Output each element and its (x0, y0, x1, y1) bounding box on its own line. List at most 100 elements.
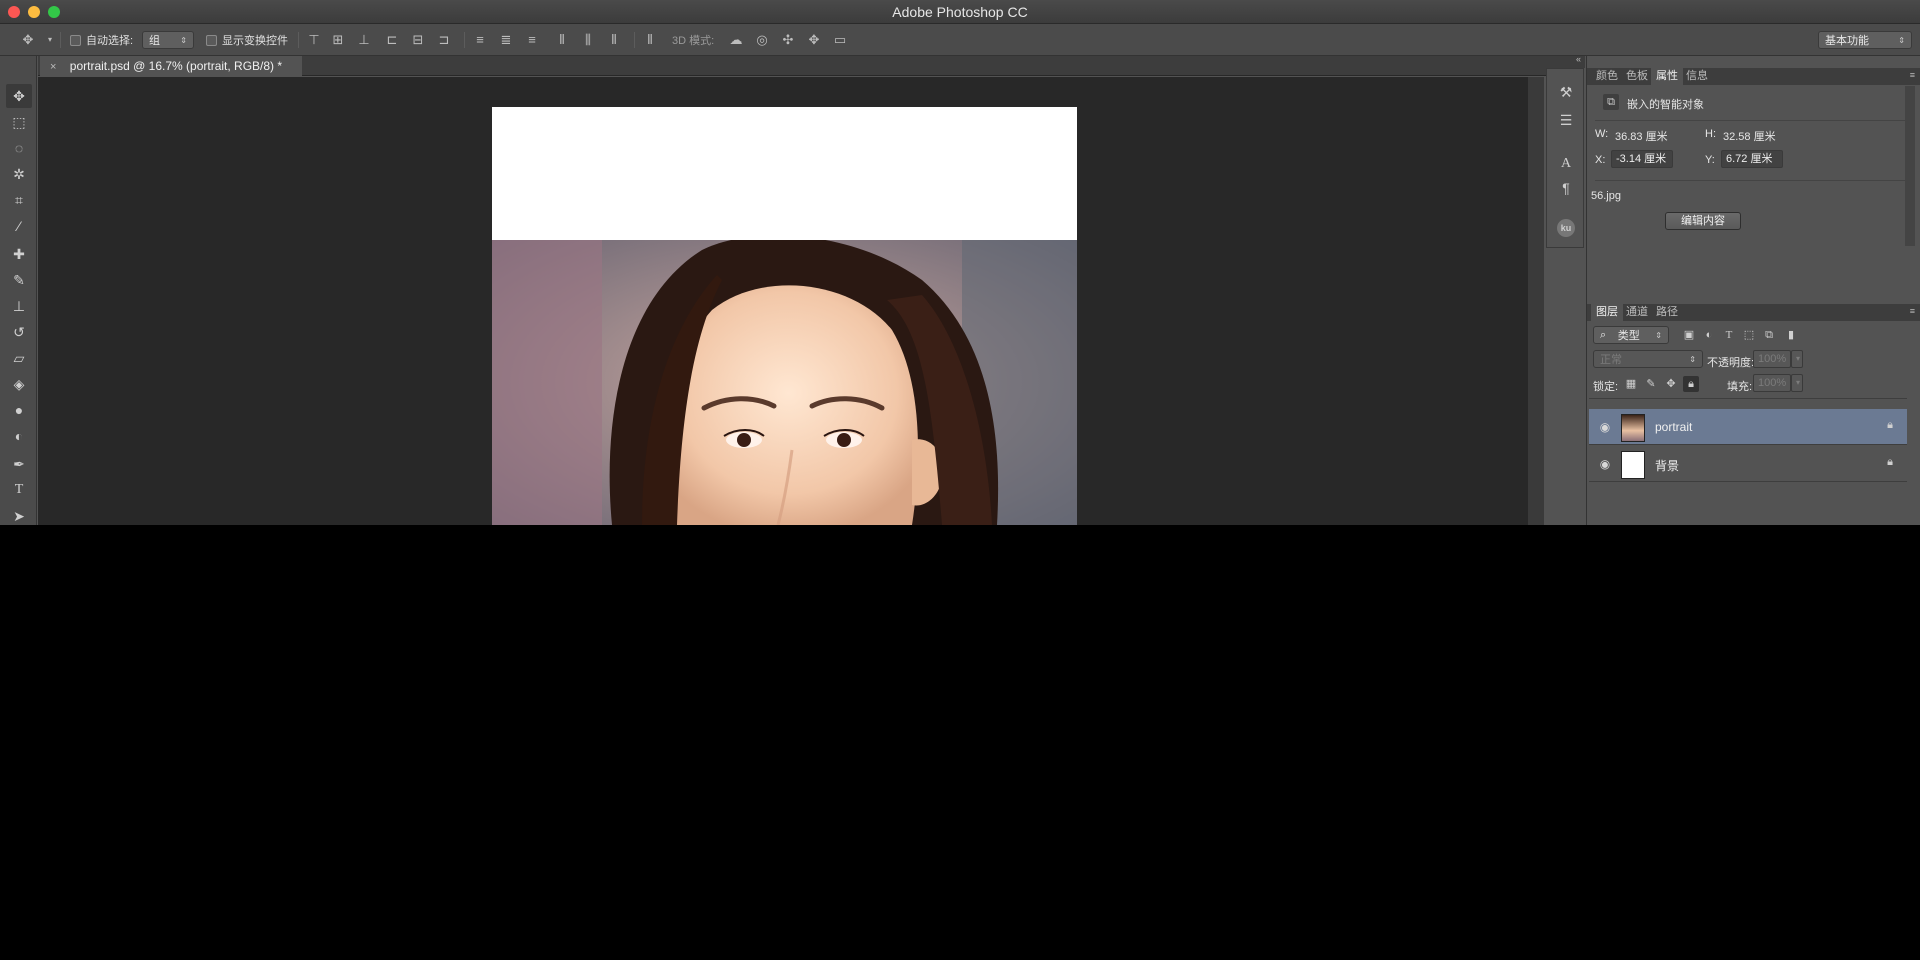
history-brush-tool-icon[interactable]: ↺ (6, 320, 32, 344)
distribute-top-icon[interactable]: ≡ (472, 32, 488, 48)
canvas-area[interactable] (38, 77, 1528, 525)
magic-wand-tool-icon[interactable]: ✲ (6, 162, 32, 186)
filter-type-icon[interactable]: T (1721, 327, 1737, 343)
paragraph-icon[interactable]: ¶ (1557, 179, 1575, 197)
dodge-tool-icon[interactable]: ◐ (6, 424, 32, 448)
lock-position-icon[interactable]: ✥ (1663, 376, 1679, 392)
collapse-strip-header[interactable]: « (1545, 54, 1585, 68)
tab-channels[interactable]: 通道 (1621, 304, 1653, 321)
pen-tool-icon[interactable]: ✒ (6, 452, 32, 476)
collapse-icon[interactable]: « (1576, 54, 1581, 64)
clone-stamp-tool-icon[interactable]: ⊥ (6, 294, 32, 318)
auto-select-value: 组 (149, 35, 160, 47)
tab-color[interactable]: 颜色 (1591, 68, 1623, 85)
distribute-vcenter-icon[interactable]: ≣ (498, 32, 514, 48)
properties-scrollbar[interactable] (1905, 86, 1915, 246)
layer-thumbnail (1621, 451, 1645, 479)
x-position-field[interactable]: -3.14 厘米 (1611, 150, 1673, 168)
canvas-scrollbar[interactable] (1528, 77, 1544, 525)
distribute-hcenter-icon[interactable]: ⫼ (580, 32, 596, 48)
drag-3d-icon[interactable]: ✣ (780, 32, 796, 48)
layer-filter-dropdown[interactable]: ⌕ 类型 ⇕ (1593, 326, 1669, 344)
layer-name[interactable]: portrait (1655, 420, 1692, 434)
visibility-eye-icon[interactable]: ◉ (1597, 456, 1613, 472)
auto-align-icon[interactable]: ⦀ (642, 32, 658, 48)
layer-name[interactable]: 背景 (1655, 457, 1679, 474)
divider (1595, 120, 1905, 121)
distribute-right-icon[interactable]: ⫴ (606, 32, 622, 48)
brush-tool-icon[interactable]: ✎ (6, 268, 32, 292)
visibility-eye-icon[interactable]: ◉ (1597, 419, 1613, 435)
opacity-label: 不透明度: (1707, 357, 1755, 369)
eyedropper-tool-icon[interactable]: ⁄ (6, 214, 32, 238)
healing-brush-tool-icon[interactable]: ✚ (6, 242, 32, 266)
document-tab[interactable]: × portrait.psd @ 16.7% (portrait, RGB/8)… (40, 56, 302, 76)
scale-3d-icon[interactable]: ▭ (832, 32, 848, 48)
preset-dropdown-icon[interactable]: ▾ (42, 32, 58, 48)
path-selection-tool-icon[interactable]: ➤ (6, 504, 32, 525)
tool-presets-icon[interactable]: ⚒ (1557, 83, 1575, 101)
height-value[interactable]: 32.58 厘米 (1723, 128, 1776, 144)
align-top-icon[interactable]: ⊤ (306, 32, 322, 48)
divider (1595, 180, 1905, 181)
lock-image-icon[interactable]: ✎ (1643, 376, 1659, 392)
filter-shape-icon[interactable]: ⬚ (1741, 327, 1757, 343)
auto-select-dropdown[interactable]: 组 ⇕ (142, 24, 194, 56)
fill-field[interactable]: 100% (1753, 374, 1791, 392)
width-value[interactable]: 36.83 厘米 (1615, 128, 1668, 144)
lock-all-icon[interactable]: 🔒︎ (1683, 376, 1699, 392)
panel-menu-icon[interactable]: ≡ (1910, 306, 1915, 316)
panel-menu-icon[interactable]: ≡ (1910, 70, 1915, 80)
roll-3d-icon[interactable]: ◎ (754, 32, 770, 48)
layer-row-background[interactable]: ◉ 背景 🔒︎ (1589, 446, 1907, 482)
lock-transparent-icon[interactable]: ▦ (1623, 376, 1639, 392)
blur-tool-icon[interactable]: ● (6, 398, 32, 422)
opacity-field[interactable]: 100% (1753, 350, 1791, 368)
paint-bucket-tool-icon[interactable]: ◈ (6, 372, 32, 396)
blend-mode-dropdown[interactable]: 正常 ⇕ (1593, 350, 1703, 368)
workspace-dropdown[interactable]: 基本功能 ⇕ (1818, 24, 1912, 56)
slide-3d-icon[interactable]: ✥ (806, 32, 822, 48)
show-transform-label: 显示变换控件 (222, 35, 288, 47)
filter-pixel-icon[interactable]: ▣ (1681, 327, 1697, 343)
crop-tool-icon[interactable]: ⌗ (6, 188, 32, 212)
filter-toggle-icon[interactable]: ▮ (1783, 327, 1799, 343)
tab-info[interactable]: 信息 (1681, 68, 1713, 85)
align-hcenter-icon[interactable]: ⊟ (410, 32, 426, 48)
auto-select-checkbox[interactable]: 自动选择: (70, 24, 133, 56)
filter-adjustment-icon[interactable]: ◐ (1701, 327, 1717, 343)
distribute-bottom-icon[interactable]: ≡ (524, 32, 540, 48)
y-position-field[interactable]: 6.72 厘米 (1721, 150, 1783, 168)
move-tool-preset-icon[interactable]: ✥ (20, 32, 36, 48)
align-vcenter-icon[interactable]: ⊞ (330, 32, 346, 48)
show-transform-checkbox[interactable]: 显示变换控件 (206, 24, 288, 56)
tab-layers[interactable]: 图层 (1591, 304, 1623, 321)
mode-3d-label: 3D 模式: (672, 35, 715, 47)
type-tool-icon[interactable]: T (6, 478, 32, 502)
align-right-icon[interactable]: ⊐ (436, 32, 452, 48)
document-tab-title: portrait.psd @ 16.7% (portrait, RGB/8) * (69, 59, 283, 73)
tools-panel: ✥ ⬚ ◌ ✲ ⌗ ⁄ ✚ ✎ ⊥ ↺ ▱ ◈ ● ◐ ✒ T ➤ (0, 56, 37, 525)
align-left-icon[interactable]: ⊏ (384, 32, 400, 48)
eraser-tool-icon[interactable]: ▱ (6, 346, 32, 370)
lasso-tool-icon[interactable]: ◌ (6, 136, 32, 160)
tab-paths[interactable]: 路径 (1651, 304, 1683, 321)
width-label: W: (1595, 128, 1609, 140)
orbit-3d-icon[interactable]: ☁ (728, 32, 744, 48)
marquee-tool-icon[interactable]: ⬚ (6, 110, 32, 134)
adjustments-icon[interactable]: ☰ (1557, 111, 1575, 129)
filter-smart-object-icon[interactable]: ⧉ (1761, 327, 1777, 343)
fill-dropdown-icon[interactable]: ▾ (1791, 374, 1803, 392)
distribute-left-icon[interactable]: ⫴ (554, 32, 570, 48)
tab-swatches[interactable]: 色板 (1621, 68, 1653, 85)
kuler-icon[interactable]: ku (1557, 219, 1575, 237)
move-tool-icon[interactable]: ✥ (6, 84, 32, 108)
edit-contents-button[interactable]: 编辑内容 (1665, 212, 1741, 230)
character-icon[interactable]: A (1557, 155, 1575, 173)
close-tab-icon[interactable]: × (50, 61, 56, 73)
layer-row-portrait[interactable]: ◉ portrait 🔒︎ (1589, 409, 1907, 445)
tab-properties[interactable]: 属性 (1651, 68, 1683, 85)
align-bottom-icon[interactable]: ⊥ (356, 32, 372, 48)
divider (1589, 398, 1907, 399)
opacity-dropdown-icon[interactable]: ▾ (1791, 350, 1803, 368)
